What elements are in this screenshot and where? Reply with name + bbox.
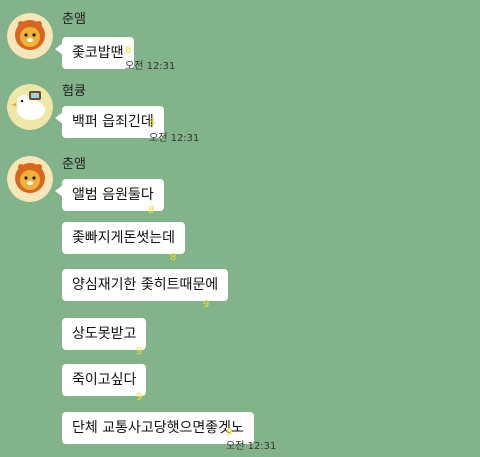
bird-avatar-icon[interactable] bbox=[7, 84, 53, 130]
message-time: 오전 12:31 bbox=[149, 133, 200, 144]
unread-count: 8 bbox=[170, 252, 177, 263]
message-bubble[interactable]: 양심재기한 좇히트때문에 bbox=[62, 269, 229, 301]
message-time: 오전 12:31 bbox=[125, 61, 176, 72]
unread-count: 9 bbox=[136, 346, 143, 357]
chat-window: 춘앰 좇코밥땐 8 오전 12:31 혐큥 백퍼 읍죄긴데 8 오전 12:31 bbox=[0, 0, 480, 457]
unread-count: 9 bbox=[226, 427, 233, 438]
sender-name: 춘앰 bbox=[62, 12, 86, 27]
sender-name: 혐큥 bbox=[62, 84, 86, 99]
sender-name: 춘앰 bbox=[62, 157, 86, 172]
message-bubble[interactable]: 죽이고싶다 bbox=[62, 364, 147, 396]
message-bubble[interactable]: 좇빠지게돈썻는데 bbox=[62, 222, 186, 254]
lion-avatar-icon[interactable] bbox=[7, 13, 53, 59]
unread-count: 8 bbox=[148, 205, 155, 216]
unread-count: 8 bbox=[125, 45, 132, 56]
unread-count: 9 bbox=[203, 299, 210, 310]
message-time: 오전 12:31 bbox=[226, 441, 277, 452]
unread-count: 8 bbox=[149, 117, 156, 128]
unread-count: 9 bbox=[136, 392, 143, 403]
message-bubble[interactable]: 상도못받고 bbox=[62, 318, 147, 350]
message-bubble[interactable]: 좇코밥땐 bbox=[55, 37, 134, 69]
lion-avatar-icon[interactable] bbox=[7, 156, 53, 202]
